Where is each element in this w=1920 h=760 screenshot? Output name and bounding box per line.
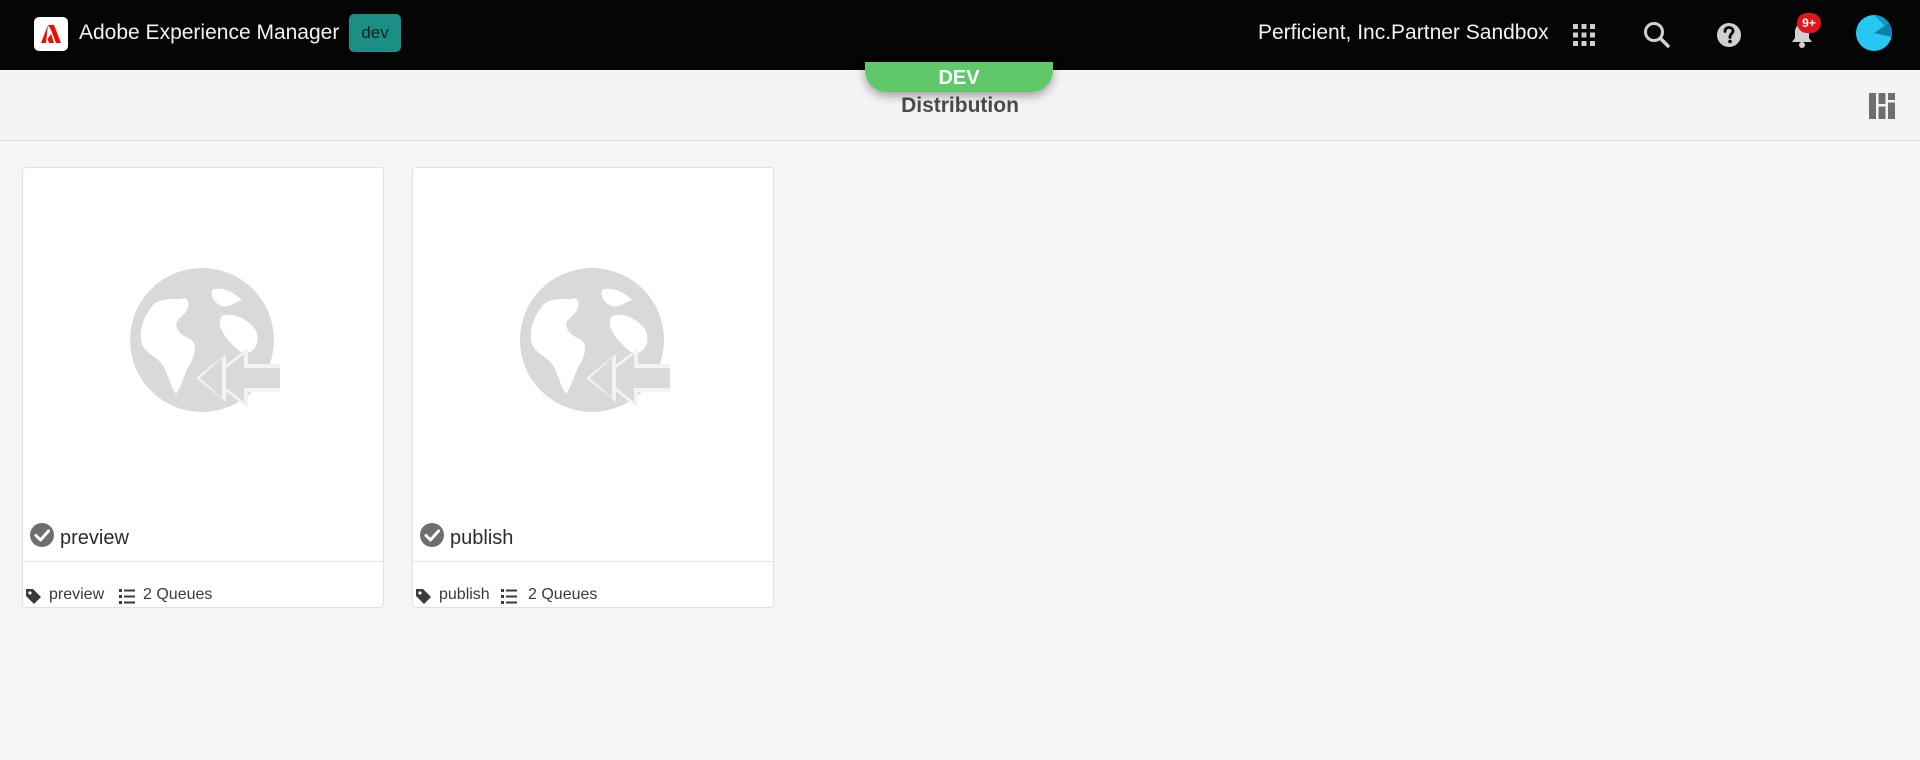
- card-divider: [413, 561, 773, 562]
- page-title: Distribution: [901, 94, 1019, 117]
- search-icon[interactable]: [1641, 19, 1673, 51]
- card-thumbnail[interactable]: [23, 168, 383, 553]
- globe-arrow-icon: [130, 268, 280, 412]
- list-icon: [501, 589, 517, 604]
- help-icon[interactable]: [1713, 19, 1745, 51]
- environment-badge: dev: [349, 14, 401, 52]
- card-tag-label: publish: [439, 586, 490, 603]
- card-queues-label: 2 Queues: [143, 586, 213, 603]
- card-tag-label: preview: [49, 586, 105, 603]
- card-thumbnail[interactable]: [413, 168, 773, 553]
- apps-grid-icon[interactable]: [1568, 19, 1600, 51]
- user-avatar[interactable]: [1856, 15, 1892, 51]
- tag-icon: [416, 589, 431, 604]
- tag-icon: [26, 589, 41, 604]
- organization-switcher[interactable]: Perficient, Inc.Partner Sandbox: [1258, 21, 1549, 45]
- card-divider: [23, 561, 383, 562]
- card-title: preview: [60, 527, 129, 549]
- distribution-card[interactable]: preview preview 2 Queues: [22, 167, 384, 608]
- adobe-logo-icon[interactable]: [34, 17, 68, 51]
- environment-indicator: DEV: [865, 62, 1053, 92]
- globe-arrow-icon: [520, 268, 670, 412]
- card-view-icon[interactable]: [1869, 93, 1895, 119]
- app-title[interactable]: Adobe Experience Manager: [79, 21, 339, 45]
- check-circle-icon: [30, 523, 54, 547]
- card-title: publish: [450, 527, 514, 549]
- card-queues-label: 2 Queues: [528, 586, 598, 603]
- distribution-card[interactable]: publish publish 2 Queues: [412, 167, 774, 608]
- check-circle-icon: [420, 523, 444, 547]
- notification-count-badge: 9+: [1797, 13, 1821, 33]
- list-icon: [119, 589, 135, 604]
- shell-header: Adobe Experience Manager dev Perficient,…: [0, 0, 1920, 70]
